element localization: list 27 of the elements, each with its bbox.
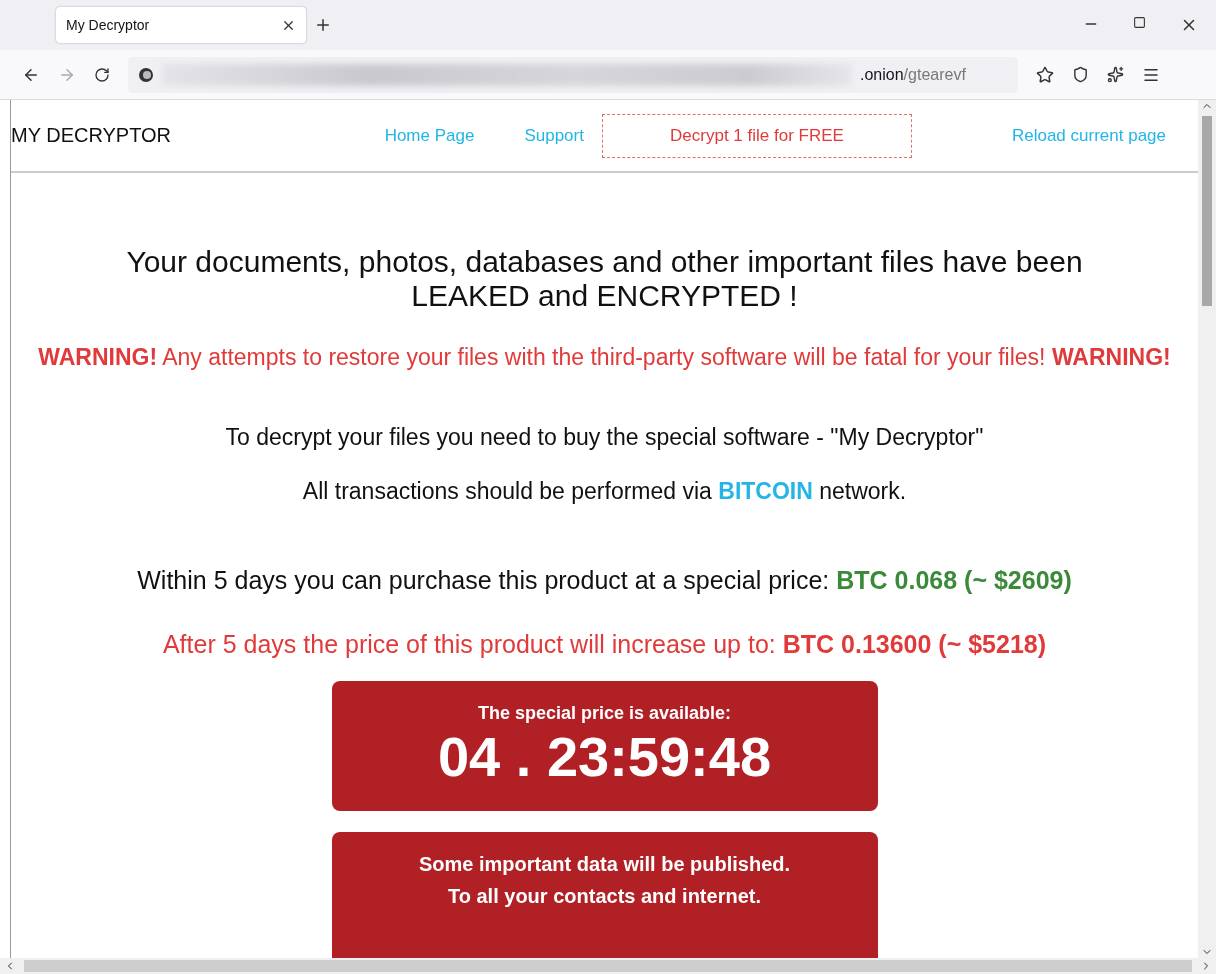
nav-link[interactable]: Home Page — [384, 125, 475, 146]
shield-icon[interactable] — [1072, 66, 1089, 83]
sparkle-icon[interactable] — [1107, 66, 1124, 83]
warning-text: WARNING! Any attempts to restore your files with the third-party software will be fatal for your files! WARNING! — [38, 344, 1171, 371]
message-text: To decrypt your files you need to buy the special software - "My Decryptor" — [225, 424, 984, 451]
site-logo: MY DECRYPTOR — [11, 124, 172, 147]
nav-link[interactable]: Support — [524, 125, 584, 146]
message-text: All transactions should be performed via BITCOIN network. — [302, 478, 907, 505]
onion-icon — [138, 66, 154, 83]
notice-text: To all your contacts and internet. — [448, 884, 761, 909]
new-tab-icon[interactable] — [314, 16, 332, 34]
address-field[interactable]: .onion/gtearevf — [128, 56, 1018, 93]
vertical-scrollbar[interactable] — [1198, 100, 1216, 958]
reload-icon[interactable] — [94, 66, 110, 83]
countdown-timer: 04 . 23:59:48 — [437, 724, 772, 789]
notice-text: Some important data will be published. — [418, 852, 791, 877]
nav-link[interactable]: Reload current page — [1011, 125, 1166, 146]
scroll-thumb[interactable] — [1202, 116, 1212, 306]
headline: Your documents, photos, databases and other important files have been LEAKED and ENCRYPTED ! — [126, 245, 1083, 313]
free-decrypt-button[interactable]: Decrypt 1 file for FREE — [601, 113, 912, 158]
message-text: Within 5 days you can purchase this product at a special price: BTC 0.068 (~ $2609) — [137, 566, 1072, 595]
countdown-label: The special price is available: — [477, 703, 732, 724]
tab-title: My Decryptor — [66, 17, 150, 33]
star-icon[interactable] — [1036, 65, 1054, 84]
message-text: After 5 days the price of this product will increase up to: BTC 0.13600 (~ $5218) — [162, 630, 1047, 659]
horizontal-scrollbar[interactable] — [0, 958, 1216, 974]
browser-tab[interactable]: My Decryptor — [56, 7, 306, 43]
